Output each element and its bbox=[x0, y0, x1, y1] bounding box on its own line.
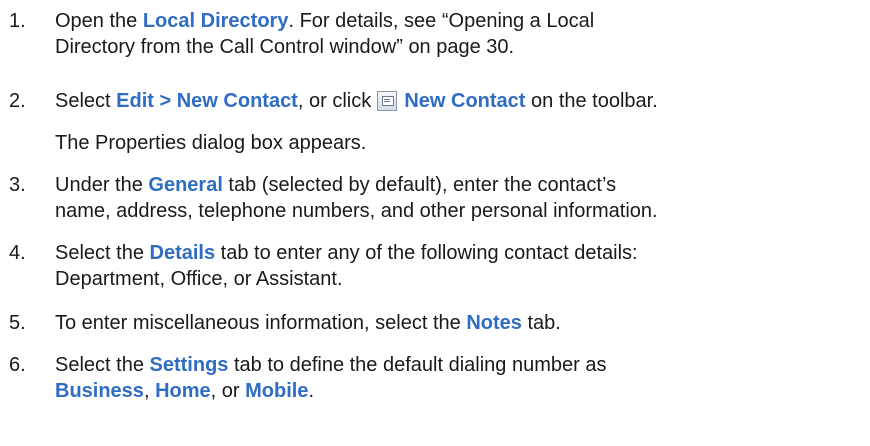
business-option: Business bbox=[55, 380, 144, 402]
edit-new-contact-menu-path: Edit > New Contact bbox=[116, 90, 298, 112]
step-number: 2. bbox=[9, 90, 26, 112]
step-number: 3. bbox=[9, 174, 26, 196]
step-number: 6. bbox=[9, 354, 26, 376]
instruction-steps: 1. Open the Local Directory. For details… bbox=[0, 0, 870, 446]
step-number: 1. bbox=[9, 10, 26, 32]
general-tab-label: General bbox=[148, 174, 223, 196]
mobile-option: Mobile bbox=[245, 380, 309, 402]
details-tab-label: Details bbox=[149, 242, 216, 264]
new-contact-label: New Contact bbox=[404, 90, 526, 112]
settings-tab-label: Settings bbox=[149, 354, 229, 376]
new-contact-icon bbox=[376, 91, 397, 111]
notes-tab-label: Notes bbox=[466, 312, 522, 334]
step-number: 4. bbox=[9, 242, 26, 264]
home-option: Home bbox=[155, 380, 211, 402]
local-directory-link: Local Directory bbox=[142, 10, 289, 32]
dialog-note: The Properties dialog box appears. bbox=[55, 132, 367, 154]
step-number: 5. bbox=[9, 312, 26, 334]
